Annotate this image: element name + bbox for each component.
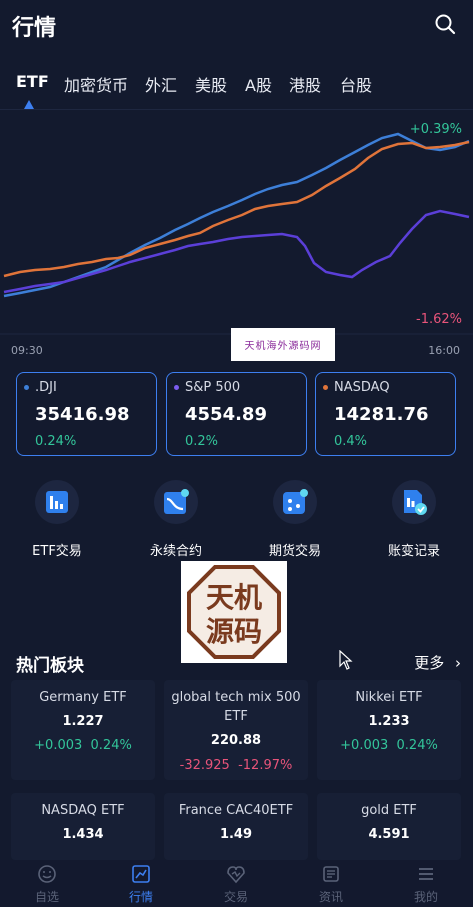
smiley-icon — [38, 865, 56, 883]
index-card-nasdaq[interactable]: NASDAQ 14281.76 0.4% — [315, 372, 456, 456]
tab-etf[interactable]: ETF — [16, 72, 49, 91]
tab-tw-stocks[interactable]: 台股 — [340, 72, 372, 96]
hot-price: 220.88 — [210, 733, 262, 748]
nav-label: 行情 — [128, 890, 153, 904]
nav-label: 交易 — [223, 890, 248, 904]
hot-price: 1.233 — [368, 714, 410, 729]
hot-card[interactable]: Nikkei ETF 1.233 +0.003 0.24% — [317, 680, 461, 780]
hot-change: +0.003 0.24% — [34, 738, 132, 753]
hot-name: France CAC40ETF — [178, 803, 294, 818]
hot-price: 1.49 — [219, 827, 253, 842]
tab-indicator — [24, 100, 34, 109]
hot-name: NASDAQ ETF — [41, 803, 125, 818]
bottom-nav: 自选 行情 交易 资讯 我的 — [0, 860, 473, 907]
hot-name: Nikkei ETF — [355, 690, 423, 705]
watermark-text: 天机海外源码网 — [244, 341, 322, 352]
tab-forex[interactable]: 外汇 — [145, 72, 177, 96]
index-name: NASDAQ — [334, 380, 390, 395]
hot-change: -32.925 -12.97% — [179, 758, 293, 773]
watermark-line1: 天机 — [206, 581, 262, 614]
shortcut-label: 账变记录 — [387, 544, 440, 559]
index-name: .DJI — [35, 380, 57, 395]
hot-card[interactable]: NASDAQ ETF 1.434 — [11, 793, 155, 860]
chart-pct-high: +0.39% — [409, 122, 462, 137]
nav-label: 资讯 — [318, 890, 343, 904]
hot-price: 1.434 — [62, 827, 104, 842]
curve-chart-icon — [154, 480, 198, 524]
index-card-dji[interactable]: .DJI 35416.98 0.24% — [16, 372, 157, 456]
hot-name: global tech mix 500 ETF — [171, 690, 301, 724]
shortcut-futures[interactable]: 期货交易 — [245, 480, 345, 560]
hot-name: Germany ETF — [39, 690, 127, 705]
hot-name: gold ETF — [361, 803, 417, 818]
hot-card[interactable]: global tech mix 500 ETF 220.88 -32.925 -… — [164, 680, 308, 780]
profile-icon — [419, 868, 433, 880]
hot-change: +0.003 0.24% — [340, 738, 438, 753]
bar-chart-icon — [35, 480, 79, 524]
nav-profile[interactable]: 我的 — [379, 860, 473, 907]
chevron-right-icon: › — [455, 654, 461, 672]
chart-time-end: 16:00 — [428, 344, 460, 357]
chart-time-start: 09:30 — [11, 344, 43, 357]
divider — [0, 109, 473, 110]
watermark-line2: 源码 — [206, 615, 262, 648]
series-dot — [174, 385, 179, 390]
document-check-icon — [392, 480, 436, 524]
section-title: 热门板块 — [16, 656, 84, 676]
index-chart: +0.39% -1.62% 09:30 16:00 — [0, 112, 473, 362]
hot-price: 4.591 — [368, 827, 410, 842]
index-value: 14281.76 — [334, 404, 429, 425]
hot-card[interactable]: France CAC40ETF 1.49 — [164, 793, 308, 860]
exchange-icon — [227, 866, 245, 884]
nav-label: 自选 — [34, 890, 59, 904]
index-change: 0.4% — [334, 434, 368, 449]
tab-hk-stocks[interactable]: 港股 — [289, 72, 321, 96]
shortcut-etf-trade[interactable]: ETF交易 — [7, 480, 107, 560]
index-change: 0.24% — [35, 434, 77, 449]
news-icon — [323, 866, 339, 882]
series-dot — [323, 385, 328, 390]
nav-trade[interactable]: 交易 — [189, 860, 283, 907]
nav-market[interactable]: 行情 — [94, 860, 188, 907]
more-label: 更多 — [414, 654, 445, 672]
watermark-banner: 天机海外源码网 — [231, 328, 335, 361]
series-dot — [24, 385, 29, 390]
series-line-dji — [3, 132, 470, 298]
shortcut-label: 永续合约 — [149, 544, 202, 559]
tab-a-shares[interactable]: A股 — [245, 72, 272, 96]
tab-crypto[interactable]: 加密货币 — [64, 72, 128, 96]
nav-news[interactable]: 资讯 — [284, 860, 378, 907]
nav-label: 我的 — [413, 890, 438, 904]
nav-watchlist[interactable]: 自选 — [0, 860, 94, 907]
index-name: S&P 500 — [185, 380, 241, 395]
dice-icon — [273, 480, 317, 524]
hot-card[interactable]: Germany ETF 1.227 +0.003 0.24% — [11, 680, 155, 780]
shortcut-account-records[interactable]: 账变记录 — [364, 480, 464, 560]
index-card-sp500[interactable]: S&P 500 4554.89 0.2% — [166, 372, 307, 456]
chart-pct-low: -1.62% — [416, 312, 462, 327]
mouse-cursor-icon — [339, 650, 353, 670]
watermark-logo: 天机 源码 — [181, 561, 287, 663]
more-link[interactable]: 更多 › — [414, 652, 461, 673]
shortcut-label: 期货交易 — [268, 544, 321, 559]
shortcut-label: ETF交易 — [32, 544, 82, 559]
series-line-sp500 — [3, 209, 470, 294]
search-icon[interactable] — [433, 12, 457, 36]
series-line-nasdaq — [3, 140, 470, 278]
market-tabs: ETF 加密货币 外汇 美股 A股 港股 台股 — [0, 72, 473, 110]
index-value: 4554.89 — [185, 404, 267, 425]
hot-card[interactable]: gold ETF 4.591 — [317, 793, 461, 860]
index-value: 35416.98 — [35, 404, 130, 425]
chart-square-icon — [132, 865, 150, 883]
shortcut-perpetual[interactable]: 永续合约 — [126, 480, 226, 560]
tab-us-stocks[interactable]: 美股 — [195, 72, 227, 96]
page-title: 行情 — [12, 16, 57, 41]
index-change: 0.2% — [185, 434, 219, 449]
index-chart-lines — [0, 132, 473, 335]
header: 行情 — [0, 0, 473, 50]
hot-price: 1.227 — [62, 714, 104, 729]
